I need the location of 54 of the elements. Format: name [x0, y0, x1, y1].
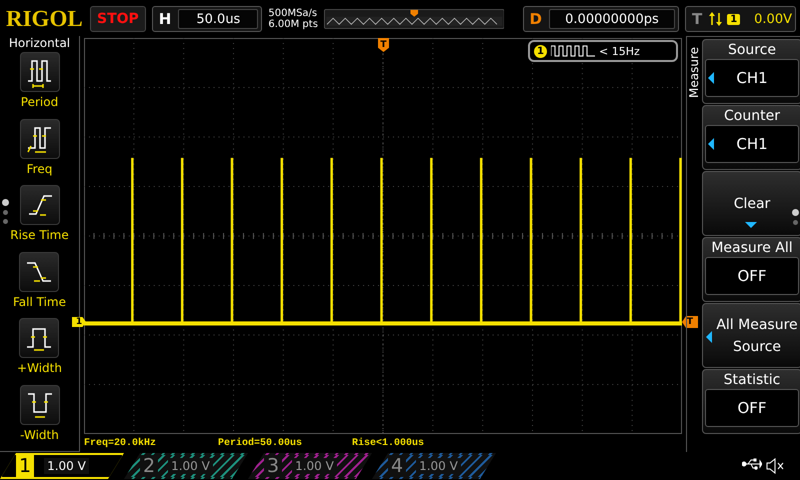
channel-tab[interactable]: 3 1.00 V — [248, 453, 372, 479]
channel-tab[interactable]: 1 1.00 V — [0, 453, 124, 479]
measurement-readout: Rise<1.000us — [352, 438, 426, 448]
brand-logo: RIGOL — [5, 5, 84, 33]
measure-label: Freq — [26, 162, 52, 176]
measurement-readout: Freq=20.0kHz — [84, 438, 158, 448]
usb-icon — [742, 458, 762, 470]
menu-softkey[interactable]: All Measure Source — [702, 303, 800, 368]
softkey-value: CH1 — [705, 59, 799, 97]
frequency-counter: 1 < 15Hz — [528, 40, 678, 62]
channel-tab[interactable]: 2 1.00 V — [124, 453, 248, 479]
down-arrow-icon — [745, 222, 757, 228]
measure-button[interactable] — [20, 52, 60, 92]
measure-label: -Width — [20, 428, 59, 442]
channel-marker: 1 — [72, 317, 86, 327]
menu-softkey[interactable]: Statistic OFF — [702, 369, 800, 434]
menu-softkey[interactable]: Source CH1 — [702, 39, 800, 104]
softkey-label: Measure All — [711, 239, 793, 257]
measurement-readout: Period=50.00us — [218, 438, 304, 448]
trigger-display[interactable]: T 1 0.00V — [684, 6, 796, 32]
softkey-label: Statistic — [724, 371, 780, 389]
sampling-info: 500MSa/s 6.00M pts — [268, 8, 318, 30]
timebase-display[interactable]: H 50.0us — [152, 6, 262, 32]
delay-display[interactable]: D 0.00000000ps — [522, 6, 679, 32]
measure-button[interactable] — [20, 118, 60, 158]
measure-button[interactable] — [20, 384, 60, 424]
rise-fall-edge-icon — [709, 12, 724, 26]
measure-label: Period — [20, 95, 58, 109]
channel-tab[interactable]: 4 1.00 V — [372, 453, 496, 479]
clear-softkey[interactable]: Clear — [702, 171, 800, 236]
run-stop-status[interactable]: STOP — [90, 6, 146, 32]
softkey-label: Counter — [724, 107, 780, 125]
measure-button[interactable] — [19, 252, 60, 292]
softkey-value: CH1 — [705, 125, 799, 163]
trigger-level-marker: T — [682, 316, 698, 328]
softkey-value: OFF — [705, 257, 799, 295]
speaker-muted-icon — [766, 458, 786, 474]
measure-label: Fall Time — [12, 294, 66, 308]
trigger-level: 0.00V — [754, 12, 792, 26]
menu-title: Measure — [687, 46, 701, 100]
softkey-value: OFF — [705, 389, 799, 427]
measure-button[interactable] — [20, 185, 60, 225]
left-arrow-icon — [706, 331, 712, 343]
measure-label: Rise Time — [10, 228, 69, 242]
softkey-label: Source — [728, 41, 776, 59]
left-arrow-icon — [708, 138, 714, 150]
menu-softkey[interactable]: Measure All OFF — [702, 237, 800, 302]
square-wave-icon — [551, 45, 595, 57]
trigger-source: 1 — [727, 14, 740, 24]
left-arrow-icon — [708, 72, 714, 84]
measure-button[interactable] — [19, 318, 60, 358]
menu-softkey[interactable]: Counter CH1 — [702, 105, 800, 170]
menu-title: Horizontal — [8, 36, 70, 50]
measure-label: +Width — [17, 361, 62, 375]
